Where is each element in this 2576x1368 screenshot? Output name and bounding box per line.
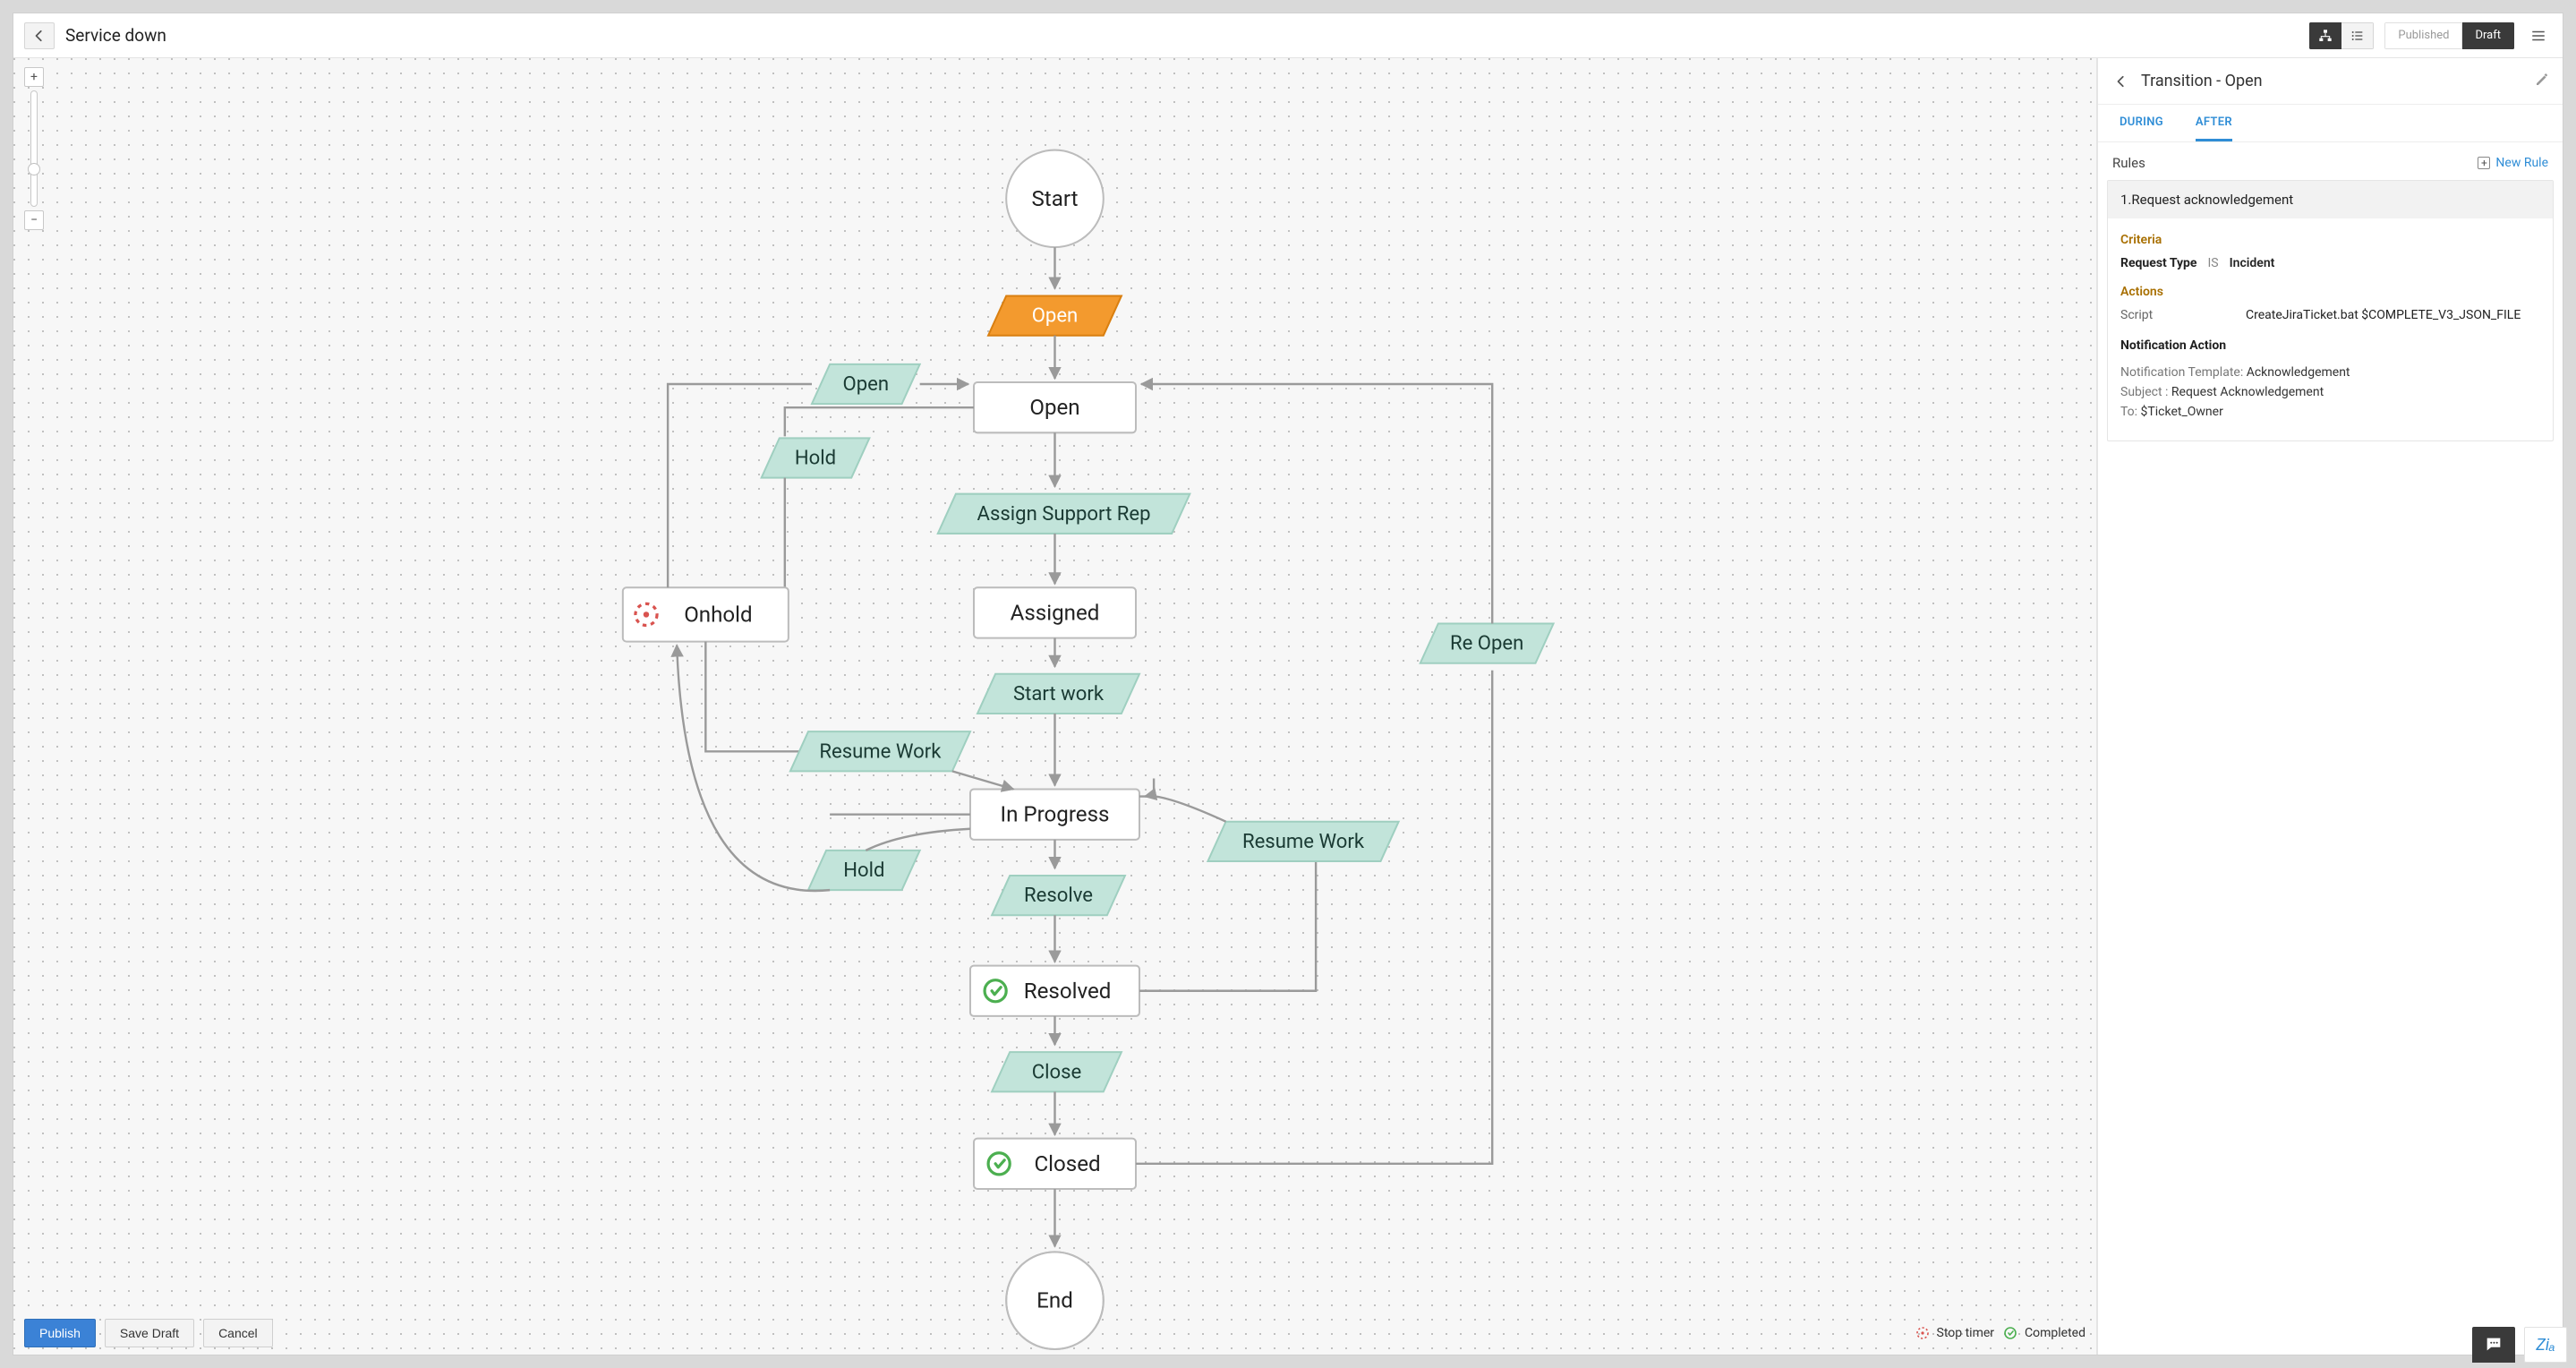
transition-resume-resolved-label: Resume Work	[1242, 830, 1365, 853]
top-bar: Service down Published Dr	[13, 13, 2563, 58]
zoom-control: + −	[24, 67, 44, 230]
node-closed-label: Closed	[1034, 1151, 1100, 1176]
rules-label: Rules	[2112, 155, 2145, 171]
rule-card[interactable]: 1.Request acknowledgement Criteria Reque…	[2107, 180, 2554, 441]
publish-button[interactable]: Publish	[24, 1319, 96, 1347]
legend-completed-label: Completed	[2025, 1326, 2086, 1340]
assistant-icon: Ziₐ	[2536, 1336, 2555, 1355]
action-value: CreateJiraTicket.bat $COMPLETE_V3_JSON_F…	[2246, 308, 2521, 322]
workflow-svg: Start Open Open Open Hold	[13, 58, 2096, 1355]
transition-resolve-label: Resolve	[1024, 884, 1093, 907]
node-open-label: Open	[1029, 395, 1079, 420]
cancel-button[interactable]: Cancel	[203, 1319, 273, 1347]
tab-during[interactable]: DURING	[2120, 105, 2163, 141]
panel-back-button[interactable]	[2111, 68, 2132, 95]
criteria-row: Request Type IS Incident	[2120, 256, 2540, 270]
transition-resume-onhold-label: Resume Work	[819, 740, 942, 763]
save-draft-button[interactable]: Save Draft	[105, 1319, 194, 1347]
notif-template-label: Notification Template:	[2120, 365, 2247, 380]
notif-to-row: To: $Ticket_Owner	[2120, 405, 2540, 419]
more-menu-button[interactable]	[2525, 22, 2552, 49]
completed-icon	[2003, 1326, 2017, 1340]
transition-assign-support-label: Assign Support Rep	[977, 502, 1151, 526]
legend-stop-timer: Stop timer	[1915, 1326, 1995, 1340]
tab-after[interactable]: AFTER	[2196, 105, 2232, 141]
notif-to-value: $Ticket_Owner	[2141, 405, 2223, 419]
arrow-left-icon	[2115, 75, 2128, 88]
chat-icon	[2484, 1335, 2503, 1355]
transition-hold-open-label: Hold	[795, 446, 836, 469]
notif-subject-label: Subject :	[2120, 385, 2171, 399]
workflow-canvas[interactable]: + − Start Open	[13, 58, 2097, 1355]
page-title: Service down	[65, 25, 166, 46]
notif-template-value: Acknowledgement	[2247, 365, 2350, 380]
node-onhold-label: Onhold	[684, 602, 752, 627]
rule-title: 1.Request acknowledgement	[2108, 181, 2553, 218]
chat-button[interactable]	[2472, 1327, 2515, 1363]
notif-to-label: To:	[2120, 405, 2141, 419]
plus-icon: +	[2478, 157, 2490, 169]
notif-template-row: Notification Template: Acknowledgement	[2120, 365, 2540, 380]
notif-subject-value: Request Acknowledgement	[2171, 385, 2324, 399]
node-inprogress-label: In Progress	[1001, 802, 1110, 827]
transition-open-back-label: Open	[843, 372, 890, 396]
side-panel: Transition - Open DURING AFTER Rules + N…	[2097, 58, 2563, 1355]
new-rule-button[interactable]: + New Rule	[2478, 156, 2548, 170]
sitemap-icon	[2318, 29, 2333, 43]
panel-edit-button[interactable]	[2534, 72, 2550, 91]
criteria-field: Request Type	[2120, 256, 2197, 270]
notification-action-label: Notification Action	[2120, 338, 2540, 353]
assistant-button[interactable]: Ziₐ	[2524, 1327, 2567, 1363]
status-published-button[interactable]: Published	[2384, 22, 2462, 49]
panel-title: Transition - Open	[2141, 72, 2263, 90]
panel-tabs: DURING AFTER	[2098, 105, 2563, 142]
back-button[interactable]	[24, 22, 55, 49]
action-type-label: Script	[2120, 308, 2246, 322]
criteria-value: Incident	[2230, 256, 2275, 270]
view-toggle	[2309, 22, 2374, 49]
list-icon	[2350, 29, 2365, 43]
zoom-thumb[interactable]	[28, 163, 40, 175]
legend-completed: Completed	[2003, 1326, 2086, 1340]
view-diagram-button[interactable]	[2309, 22, 2341, 49]
legend-stop-timer-label: Stop timer	[1937, 1326, 1995, 1340]
hamburger-icon	[2530, 28, 2546, 44]
criteria-operator: IS	[2208, 256, 2219, 270]
notif-subject-row: Subject : Request Acknowledgement	[2120, 385, 2540, 399]
transition-start-work-label: Start work	[1013, 682, 1105, 705]
transition-open-start-label: Open	[1032, 304, 1079, 328]
view-list-button[interactable]	[2341, 22, 2374, 49]
canvas-footer: Publish Save Draft Cancel Stop timer	[24, 1319, 2086, 1347]
zoom-slider[interactable]	[30, 90, 38, 207]
node-assigned-label: Assigned	[1011, 600, 1100, 625]
zoom-out-button[interactable]: −	[24, 210, 44, 230]
transition-reopen-label: Re Open	[1450, 632, 1523, 655]
edit-icon	[2534, 72, 2550, 88]
node-end-label: End	[1036, 1288, 1073, 1313]
new-rule-label: New Rule	[2495, 156, 2548, 170]
status-draft-button[interactable]: Draft	[2462, 22, 2514, 49]
transition-close-label: Close	[1032, 1060, 1082, 1083]
action-row: Script CreateJiraTicket.bat $COMPLETE_V3…	[2120, 308, 2540, 322]
status-toggle: Published Draft	[2384, 22, 2514, 49]
transition-hold-inprogress-label: Hold	[843, 859, 884, 882]
stop-timer-icon	[1915, 1326, 1930, 1340]
criteria-label: Criteria	[2120, 233, 2540, 247]
node-start-label: Start	[1032, 186, 1079, 211]
arrow-left-icon	[33, 30, 46, 42]
node-resolved-label: Resolved	[1024, 979, 1112, 1004]
zoom-in-button[interactable]: +	[24, 67, 44, 87]
actions-label: Actions	[2120, 285, 2540, 299]
